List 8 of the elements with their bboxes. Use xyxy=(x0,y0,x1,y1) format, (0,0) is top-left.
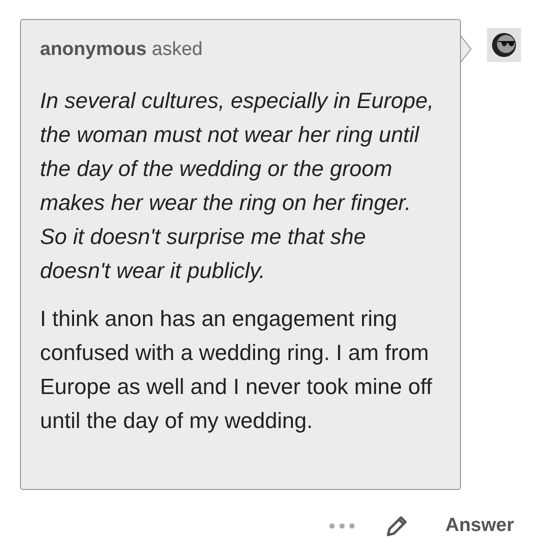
more-icon xyxy=(329,523,356,529)
answer-button[interactable]: Answer xyxy=(445,515,514,537)
question-text: In several cultures, especially in Europe, the woman must not wear her ring until the day of the wedding or the groom makes her wear the ring on her finger. So it doesn't surprise me that she doesn't wear it publicly. xyxy=(40,87,435,285)
pencil-icon xyxy=(385,514,410,538)
answer-text: I think anon has an engagement ring confused with a wedding ring. I am from Europe as well and I never took mine off until the day of my wedding. xyxy=(40,305,434,435)
asker-line: anonymous asked xyxy=(40,38,204,62)
avatar-icon[interactable] xyxy=(487,28,521,62)
edit-button[interactable] xyxy=(385,514,410,538)
